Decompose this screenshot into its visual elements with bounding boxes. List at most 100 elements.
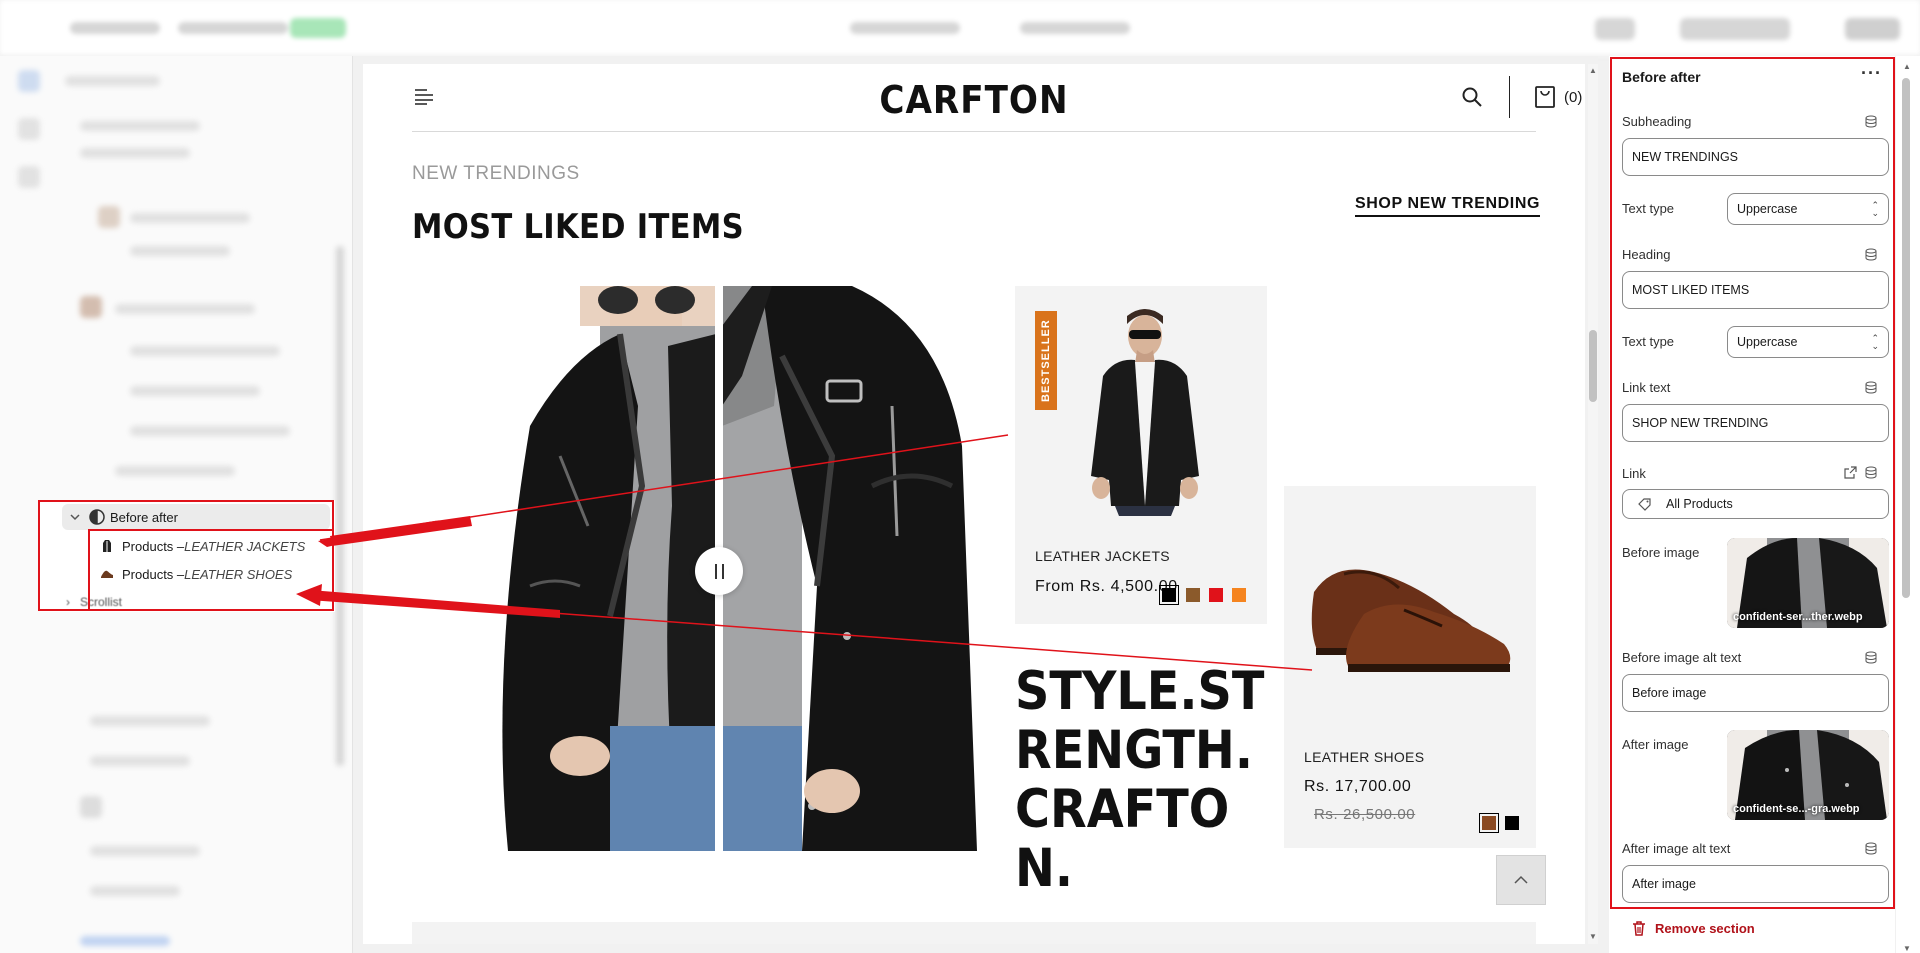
tree-item-label: Scrollist (80, 595, 123, 609)
product-price: From Rs. 4,500.00 (1035, 578, 1178, 595)
dynamic-source-icon[interactable] (1865, 842, 1877, 855)
shop-new-trending-link[interactable]: SHOP NEW TRENDING (1355, 195, 1541, 217)
scroll-up-arrow-icon[interactable]: ▲ (1589, 66, 1597, 75)
trash-icon (1633, 921, 1645, 936)
cart-button[interactable]: (0) (1534, 85, 1582, 109)
after-alt-input[interactable]: After image (1622, 865, 1889, 903)
tree-item-product-name: LEATHER JACKETS (184, 538, 306, 554)
text-type-label: Text type (1622, 334, 1675, 349)
swatch-red[interactable] (1209, 588, 1223, 602)
store-preview: CARFTON (0) NEW TRENDINGS MOST LIKED ITE… (363, 64, 1585, 944)
swatch-orange[interactable] (1232, 588, 1246, 602)
cart-bag-icon (1535, 86, 1555, 108)
after-image (722, 286, 977, 851)
swatch-black[interactable] (1505, 816, 1519, 830)
bestseller-badge: BESTSELLER (1035, 311, 1057, 410)
swatch-brown[interactable] (1186, 588, 1200, 602)
subheading-label: Subheading (1622, 114, 1692, 129)
dynamic-source-icon[interactable] (1865, 248, 1877, 261)
header-divider (1509, 76, 1510, 118)
external-link-icon[interactable] (1844, 466, 1857, 479)
product-price: Rs. 17,700.00 (1304, 778, 1412, 795)
tree-item-product-leather-shoes[interactable]: Products – LEATHER SHOES (100, 562, 292, 586)
link-picker[interactable]: All Products (1622, 489, 1889, 519)
select-chevrons-icon: ⌃ ⌄ (1871, 200, 1879, 218)
jacket-product-image (1091, 309, 1199, 516)
tree-item-scrollist[interactable]: › Scrollist (66, 590, 122, 614)
before-after-section-icon (89, 509, 105, 525)
scroll-down-arrow-icon[interactable]: ▼ (1589, 932, 1597, 941)
scrollbar-thumb[interactable] (1902, 78, 1910, 598)
collection-tag-icon (1638, 498, 1651, 511)
heading-input[interactable]: MOST LIKED ITEMS (1622, 271, 1889, 309)
link-value: All Products (1666, 497, 1733, 511)
after-alt-label: After image alt text (1622, 841, 1731, 856)
next-section-strip (412, 922, 1536, 944)
scrollbar-thumb[interactable] (1589, 330, 1597, 402)
product-card-leather-jackets[interactable]: BESTSELLER LEATHER JACKETS From Rs. 4,50… (1015, 286, 1267, 624)
after-image-picker[interactable]: confident-se...-gra.webp (1727, 730, 1889, 820)
subheading-input[interactable]: NEW TRENDINGS (1622, 138, 1889, 176)
product-compare-price: Rs. 26,500.00 (1314, 806, 1416, 823)
section-subheading: NEW TRENDINGS (412, 163, 580, 184)
select-value: Uppercase (1737, 202, 1798, 216)
link-text-label: Link text (1622, 380, 1671, 395)
select-chevrons-icon: ⌃ ⌄ (1871, 333, 1879, 351)
jacket-product-icon (103, 540, 111, 552)
link-label: Link (1622, 466, 1646, 481)
before-alt-input[interactable]: Before image (1622, 674, 1889, 712)
after-image-label: After image (1622, 737, 1689, 752)
section-heading: MOST LIKED ITEMS (412, 207, 744, 247)
before-image-picker[interactable]: confident-ser...ther.webp (1727, 538, 1889, 628)
subheading-text-type-select[interactable]: Uppercase ⌃ ⌄ (1727, 193, 1889, 225)
store-logo[interactable]: CARFTON (412, 78, 1536, 122)
shoe-product-icon (101, 570, 113, 578)
store-header: CARFTON (0) (412, 64, 1582, 132)
panel-title: Before after (1622, 69, 1701, 85)
section-settings-panel: Before after ··· Subheading NEW TRENDING… (1609, 56, 1895, 953)
before-image (460, 286, 716, 851)
shoes-product-image (1311, 569, 1511, 672)
slider-handle-icon[interactable] (695, 547, 743, 595)
tree-item-prefix: Products – (122, 538, 185, 554)
select-value: Uppercase (1737, 335, 1798, 349)
remove-section-button[interactable]: Remove section (1632, 921, 1755, 936)
text-type-label: Text type (1622, 201, 1675, 216)
tree-item-label: Before after (110, 509, 178, 525)
heading-label: Heading (1622, 247, 1671, 262)
before-image-filename: confident-ser...ther.webp (1733, 611, 1863, 623)
scroll-down-arrow-icon[interactable]: ▼ (1903, 944, 1911, 953)
cart-count: (0) (1564, 88, 1583, 106)
before-after-slider[interactable] (460, 286, 977, 851)
scroll-up-arrow-icon[interactable]: ▲ (1903, 62, 1911, 71)
search-icon[interactable] (1461, 86, 1483, 113)
style-strength-text: STYLE.STRENGTH.CRAFTON. (1015, 661, 1265, 899)
editor-topbar (0, 0, 1920, 56)
dynamic-source-icon[interactable] (1865, 651, 1877, 664)
heading-text-type-select[interactable]: Uppercase ⌃ ⌄ (1727, 326, 1889, 358)
tree-item-prefix: Products – (122, 566, 185, 582)
section-tree: Before after Products – LEATHER JACKETS … (40, 500, 335, 612)
after-image-filename: confident-se...-gra.webp (1733, 803, 1860, 815)
tree-item-before-after[interactable]: Before after (62, 504, 330, 530)
more-options-icon[interactable]: ··· (1861, 64, 1882, 82)
preview-scrollbar[interactable]: ▲ ▼ (1588, 64, 1598, 944)
link-text-input[interactable]: SHOP NEW TRENDING (1622, 404, 1889, 442)
product-card-leather-shoes[interactable]: LEATHER SHOES Rs. 17,700.00 Rs. 26,500.0… (1284, 486, 1536, 848)
product-title[interactable]: LEATHER JACKETS (1035, 548, 1170, 564)
product-title[interactable]: LEATHER SHOES (1304, 749, 1424, 765)
dynamic-source-icon[interactable] (1865, 115, 1877, 128)
dynamic-source-icon[interactable] (1865, 466, 1877, 479)
swatch-brown[interactable] (1479, 813, 1499, 833)
remove-section-label: Remove section (1655, 921, 1755, 936)
chevron-up-icon (1514, 875, 1528, 884)
swatch-black[interactable] (1159, 585, 1179, 605)
dynamic-source-icon[interactable] (1865, 381, 1877, 394)
panel-scrollbar[interactable]: ▲ ▼ (1896, 56, 1920, 953)
tree-item-product-name: LEATHER SHOES (184, 566, 293, 582)
back-to-top-button[interactable] (1496, 855, 1546, 905)
before-alt-label: Before image alt text (1622, 650, 1742, 665)
tree-item-product-leather-jackets[interactable]: Products – LEATHER JACKETS (100, 534, 305, 558)
chevron-down-icon (70, 514, 80, 521)
before-image-label: Before image (1622, 545, 1700, 560)
